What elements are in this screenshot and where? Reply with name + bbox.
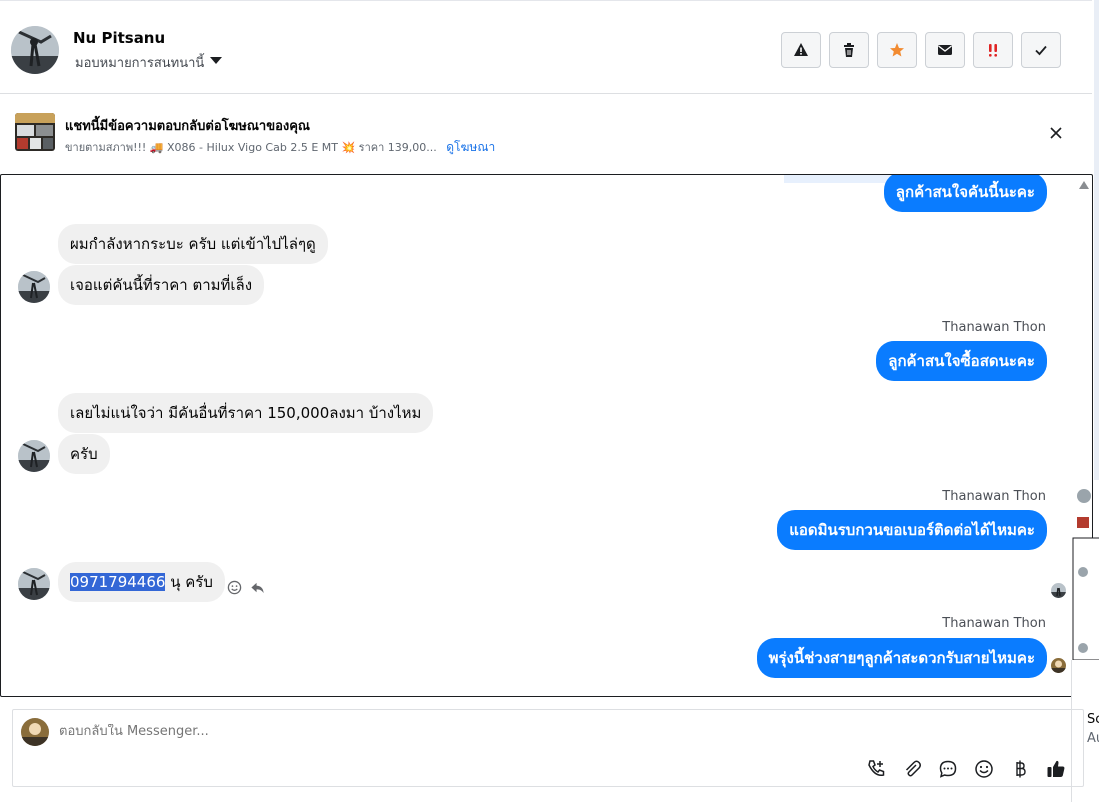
paperclip-icon[interactable]	[901, 758, 923, 780]
contact-avatar[interactable]	[11, 26, 59, 74]
contact-avatar	[18, 568, 50, 600]
ad-banner-title: แชทนี้มีข้อความตอบกลับต่อโฆษณาของคุณ	[65, 119, 310, 134]
message-bubble-outgoing[interactable]: แอดมินรบกวนขอเบอร์ติดต่อได้ไหมคะ	[777, 510, 1047, 550]
chat-bubble-icon[interactable]	[937, 758, 959, 780]
side-panel-text: Sc	[1087, 712, 1099, 727]
star-icon	[890, 43, 904, 57]
message-thread[interactable]: ลูกค้าสนใจคันนี้นะคะ ผมกำลังหากระบะ ครับ…	[0, 174, 1093, 697]
trash-icon	[844, 43, 854, 57]
caret-down-icon	[210, 57, 223, 64]
close-banner-button[interactable]	[1048, 125, 1064, 141]
seen-avatar-icon	[1051, 583, 1066, 598]
contact-avatar	[18, 440, 50, 472]
message-bubble-outgoing[interactable]: ลูกค้าสนใจซื้อสดนะคะ	[876, 341, 1047, 381]
message-text: นุ ครับ	[165, 573, 213, 591]
reply-composer	[12, 709, 1084, 787]
baht-icon[interactable]	[1009, 758, 1031, 780]
mark-spam-button[interactable]	[781, 32, 821, 68]
reply-input[interactable]	[59, 724, 759, 739]
assign-conversation-dropdown[interactable]: มอบหมายการสนทนานี้	[75, 52, 223, 73]
ad-thumbnail[interactable]	[15, 113, 55, 151]
view-ad-link[interactable]: ดูโฆษณา	[446, 140, 495, 154]
selected-phone-number[interactable]: 0971794466	[70, 573, 166, 591]
follow-up-button[interactable]	[973, 32, 1013, 68]
warning-icon	[794, 43, 808, 56]
thumbs-up-icon[interactable]	[1045, 758, 1067, 780]
emoji-icon[interactable]	[973, 758, 995, 780]
ad-banner-description: ขายตามสภาพ!!! 🚚 X086 - Hilux Vigo Cab 2.…	[65, 138, 495, 157]
scroll-track	[1094, 0, 1099, 480]
message-bubble-incoming[interactable]: เลยไม่แน่ใจว่า มีคันอื่นที่ราคา 150,000ล…	[58, 393, 434, 433]
close-icon	[1050, 127, 1062, 139]
sender-name: Thanawan Thon	[942, 616, 1046, 631]
contact-avatar	[18, 271, 50, 303]
header-actions	[781, 32, 1061, 68]
call-add-icon[interactable]	[865, 758, 887, 780]
scroll-up-arrow-icon[interactable]	[1079, 181, 1089, 189]
message-bubble-outgoing[interactable]: ลูกค้าสนใจคันนี้นะคะ	[883, 175, 1047, 212]
contact-name: Nu Pitsanu	[73, 29, 166, 47]
agent-avatar	[21, 718, 49, 746]
message-bubble-incoming[interactable]: เจอแต่คันนี้ที่ราคา ตามที่เล็ง	[58, 265, 265, 305]
assign-conversation-label: มอบหมายการสนทนานี้	[75, 56, 205, 71]
sender-name: Thanawan Thon	[942, 320, 1046, 335]
react-emoji-icon[interactable]	[227, 580, 242, 595]
message-actions	[227, 580, 265, 595]
mark-done-button[interactable]	[1021, 32, 1061, 68]
sender-name: Thanawan Thon	[942, 489, 1046, 504]
reply-icon[interactable]	[250, 580, 265, 595]
star-button[interactable]	[877, 32, 917, 68]
message-bubble-incoming[interactable]: ผมกำลังหากระบะ ครับ แต่เข้าไปไล่ๆดู	[58, 224, 328, 264]
composer-toolbar	[865, 758, 1067, 780]
ad-description-text: ขายตามสภาพ!!! 🚚 X086 - Hilux Vigo Cab 2.…	[65, 141, 437, 154]
mark-unread-button[interactable]	[925, 32, 965, 68]
envelope-icon	[938, 45, 952, 55]
double-exclamation-icon	[989, 44, 997, 57]
message-bubble-incoming[interactable]: ครับ	[58, 434, 110, 474]
side-panel-subtext: Au	[1087, 731, 1099, 746]
inbox-conversation-view: Nu Pitsanu มอบหมายการสนทนานี้ แชทนี้มีข้…	[0, 0, 1099, 802]
message-bubble-outgoing[interactable]: พรุ่งนี้ช่วงสายๆลูกค้าสะดวกรับสายไหมคะ	[756, 638, 1047, 678]
message-bubble-incoming[interactable]: 0971794466 นุ ครับ	[58, 562, 225, 602]
delete-button[interactable]	[829, 32, 869, 68]
check-icon	[1035, 45, 1047, 56]
conversation-header: Nu Pitsanu มอบหมายการสนทนานี้	[0, 0, 1092, 94]
ad-reply-banner: แชทนี้มีข้อความตอบกลับต่อโฆษณาของคุณ ขาย…	[0, 95, 1092, 173]
agent-avatar-icon	[1051, 658, 1066, 673]
